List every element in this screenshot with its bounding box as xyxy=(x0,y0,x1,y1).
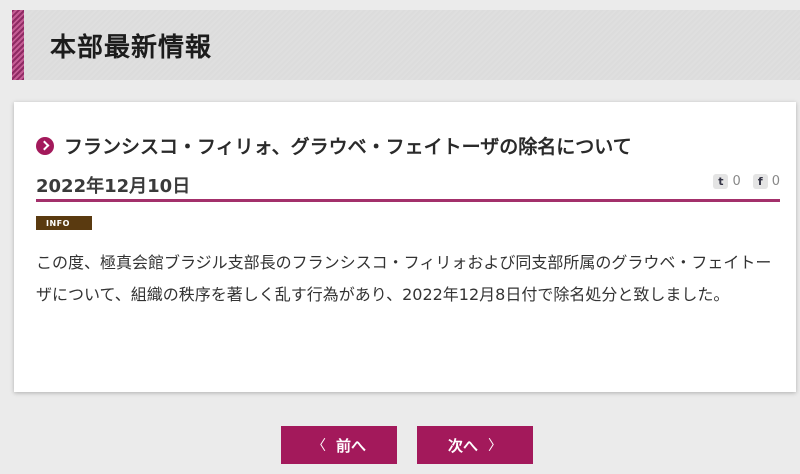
section-title: 本部最新情報 xyxy=(50,32,213,63)
twitter-icon[interactable]: t xyxy=(713,174,729,189)
header-stripe xyxy=(12,10,24,80)
twitter-count: 0 xyxy=(732,174,741,189)
chevron-right-circle-icon xyxy=(36,136,54,155)
next-label: 次へ xyxy=(447,436,478,455)
article-body: この度、極真会館ブラジル支部長のフランシスコ・フィリォおよび同支部所属のグラウベ… xyxy=(36,253,772,304)
article-date: 2022年12月10日 xyxy=(36,176,191,197)
social-counts: t 0 f 0 xyxy=(713,174,780,189)
article-meta-row: 2022年12月10日 t 0 f 0 xyxy=(36,168,780,202)
chevron-left-icon: 〈 xyxy=(311,438,326,454)
article-headline: フランシスコ・フィリォ、グラウベ・フェイトーザの除名について xyxy=(36,132,632,159)
prev-label: 前へ xyxy=(335,436,366,455)
facebook-icon[interactable]: f xyxy=(752,174,768,189)
chevron-right-icon: 〉 xyxy=(488,438,502,454)
article-title: フランシスコ・フィリォ、グラウベ・フェイトーザの除名について xyxy=(64,136,632,158)
prev-button[interactable]: 〈 前へ xyxy=(281,426,397,464)
next-button[interactable]: 次へ 〉 xyxy=(417,426,533,464)
section-header: 本部最新情報 xyxy=(12,10,800,80)
category-tag: INFO xyxy=(36,216,92,230)
article-card: フランシスコ・フィリォ、グラウベ・フェイトーザの除名について 2022年12月1… xyxy=(14,102,796,392)
facebook-count: 0 xyxy=(771,174,780,189)
